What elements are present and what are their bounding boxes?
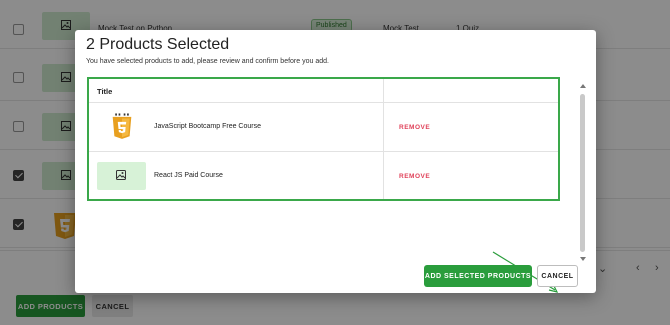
scroll-down-arrow-icon[interactable] <box>580 257 586 261</box>
selected-products-table: Title JavaScript Bootcamp Free Course RE… <box>87 77 560 201</box>
modal-title: 2 Products Selected <box>86 36 230 53</box>
table-row: React JS Paid Course REMOVE <box>89 152 558 201</box>
table-row: JavaScript Bootcamp Free Course REMOVE <box>89 103 558 152</box>
image-placeholder-icon <box>97 162 146 190</box>
products-selected-modal: 2 Products Selected You have selected pr… <box>75 30 596 293</box>
product-title: React JS Paid Course <box>154 172 223 179</box>
modal-scrollbar[interactable] <box>579 82 587 264</box>
modal-subtitle: You have selected products to add, pleas… <box>86 58 329 65</box>
remove-button[interactable]: REMOVE <box>399 173 430 180</box>
add-selected-products-button[interactable]: ADD SELECTED PRODUCTS <box>424 265 532 287</box>
scrollbar-thumb[interactable] <box>580 94 585 252</box>
scroll-up-arrow-icon[interactable] <box>580 84 586 88</box>
remove-button[interactable]: REMOVE <box>399 124 430 131</box>
html5-logo-icon <box>112 113 132 139</box>
column-header-title: Title <box>97 87 113 96</box>
table-header: Title <box>89 79 558 103</box>
product-title: JavaScript Bootcamp Free Course <box>154 123 261 130</box>
cancel-button[interactable]: CANCEL <box>537 265 578 287</box>
